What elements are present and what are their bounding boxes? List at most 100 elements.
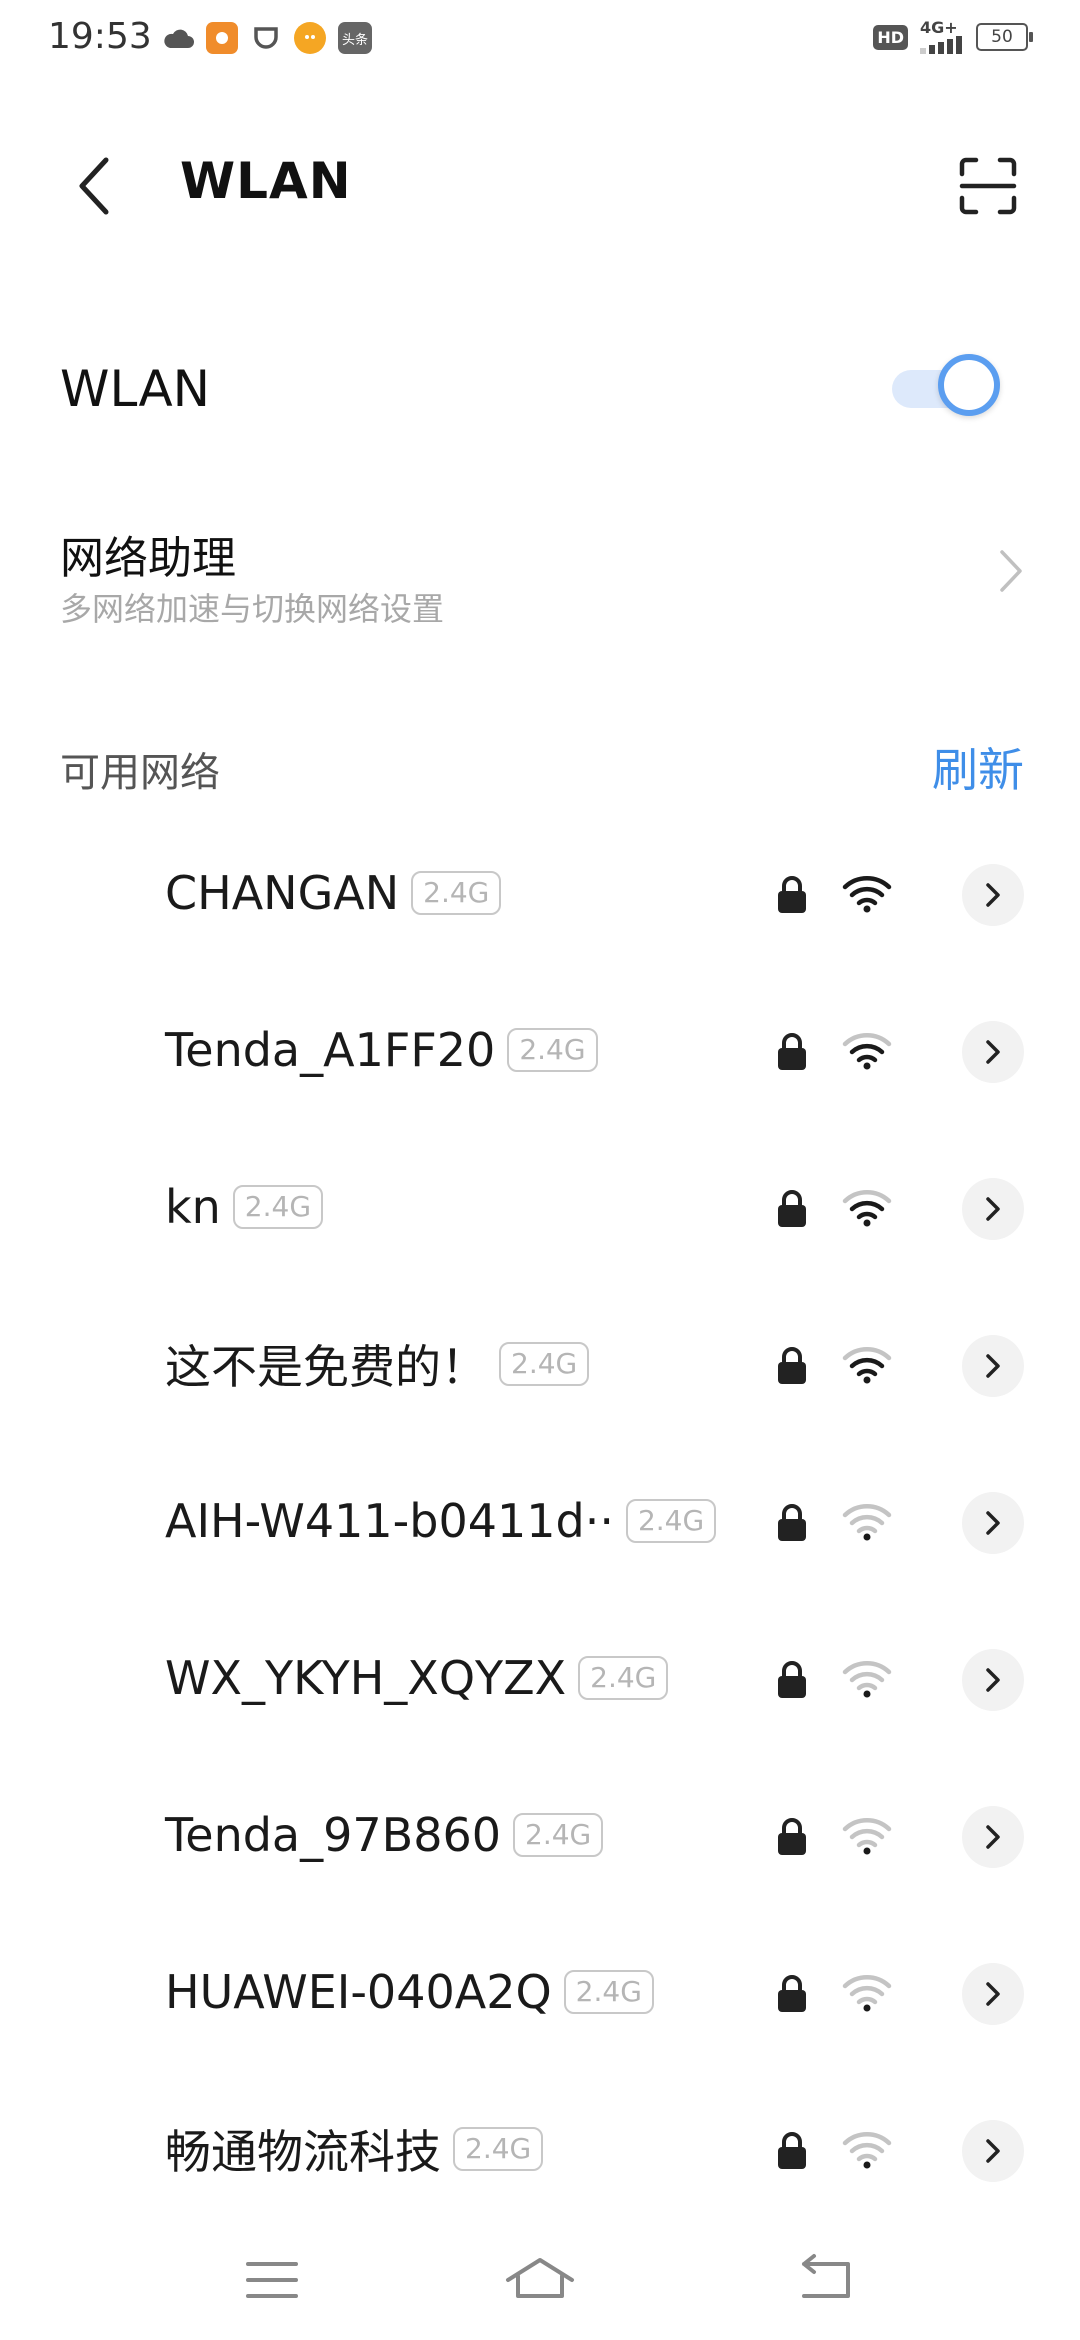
network-item[interactable]: Tenda_A1FF20 2.4G: [0, 985, 1080, 1142]
wifi-signal-icon: [842, 1504, 892, 1541]
network-item[interactable]: CHANGAN 2.4G: [0, 828, 1080, 985]
network-item[interactable]: 畅通物流科技 2.4G: [0, 2084, 1080, 2241]
network-name: 畅通物流科技: [165, 2125, 441, 2179]
network-assistant-title: 网络助理: [60, 533, 236, 584]
band-badge: 2.4G: [453, 2127, 544, 2171]
lock-icon: [778, 1975, 806, 2012]
network-name-group: Tenda_A1FF20 2.4G: [165, 1020, 598, 1080]
status-time: 19:53: [48, 16, 152, 57]
network-assistant-row[interactable]: 网络助理 多网络加速与切换网络设置: [0, 510, 1080, 640]
wifi-signal-icon: [842, 2132, 892, 2169]
network-name-group: WX_YKYH_XQYZX 2.4G: [165, 1648, 669, 1708]
battery-icon: 50: [976, 23, 1033, 51]
back-nav-button[interactable]: [786, 2250, 866, 2310]
band-badge: 2.4G: [232, 1185, 324, 1229]
notification-icons: 头条: [162, 22, 372, 54]
network-item[interactable]: 这不是免费的！ 2.4G: [0, 1299, 1080, 1456]
network-details-button[interactable]: [962, 1649, 1024, 1711]
band-badge: 2.4G: [563, 1970, 654, 2014]
network-details-button[interactable]: [962, 1335, 1024, 1397]
network-details-button[interactable]: [962, 1021, 1024, 1083]
wifi-signal-icon: [842, 1818, 892, 1855]
lock-icon: [778, 876, 806, 913]
app-orange-icon: [206, 22, 238, 54]
wifi-signal-icon: [842, 1975, 892, 2012]
network-name-group: HUAWEI-040A2Q 2.4G: [165, 1962, 654, 2022]
wifi-signal-icon: [842, 1661, 892, 1698]
back-button[interactable]: [66, 150, 126, 222]
band-badge: 2.4G: [499, 1342, 590, 1386]
network-details-button[interactable]: [962, 2120, 1024, 2182]
network-list: CHANGAN 2.4G Tenda_A1FF20 2.4G kn 2.4G 这不是免费的！…: [0, 828, 1080, 2241]
network-item[interactable]: WX_YKYH_XQYZX 2.4G: [0, 1613, 1080, 1770]
network-name: Tenda_A1FF20: [165, 1023, 496, 1077]
network-name: AIH-W411-b0411d··: [165, 1494, 614, 1548]
chevron-right-icon: [986, 1825, 1000, 1849]
status-indicators: HD 4G+ 50: [873, 20, 1033, 54]
chevron-right-icon: [986, 1197, 1000, 1221]
home-button[interactable]: [500, 2250, 580, 2310]
network-assistant-subtitle: 多网络加速与切换网络设置: [60, 590, 445, 628]
wifi-signal-icon: [842, 876, 892, 913]
scan-icon: [959, 157, 1017, 215]
refresh-button[interactable]: 刷新: [932, 734, 1024, 800]
chevron-right-icon: [986, 1511, 1000, 1535]
network-name-group: 这不是免费的！ 2.4G: [165, 1334, 590, 1394]
cup-icon: [250, 22, 282, 54]
network-details-button[interactable]: [962, 1806, 1024, 1868]
band-badge: 2.4G: [411, 871, 502, 915]
chevron-right-icon: [1000, 550, 1022, 592]
menu-button[interactable]: [232, 2250, 312, 2310]
navigation-bar: [0, 2220, 1080, 2340]
network-details-button[interactable]: [962, 1178, 1024, 1240]
lock-icon: [778, 1818, 806, 1855]
network-item[interactable]: HUAWEI-040A2Q 2.4G: [0, 1927, 1080, 2084]
hd-badge: HD: [873, 24, 908, 50]
back-nav-icon: [802, 2254, 850, 2298]
network-details-button[interactable]: [962, 1492, 1024, 1554]
chevron-right-icon: [986, 1040, 1000, 1064]
network-item[interactable]: kn 2.4G: [0, 1142, 1080, 1299]
network-name-group: 畅通物流科技 2.4G: [165, 2119, 544, 2179]
network-name: kn: [165, 1180, 221, 1234]
network-name-group: CHANGAN 2.4G: [165, 863, 502, 923]
network-type: 4G+: [920, 18, 958, 37]
band-badge: 2.4G: [507, 1028, 598, 1072]
cloud-icon: [162, 22, 194, 54]
toutiao-icon: 头条: [338, 22, 372, 54]
wifi-signal-icon: [842, 1033, 892, 1070]
network-name: WX_YKYH_XQYZX: [165, 1651, 567, 1705]
chevron-right-icon: [986, 1354, 1000, 1378]
network-name-group: Tenda_97B860 2.4G: [165, 1805, 604, 1865]
network-name-group: kn 2.4G: [165, 1177, 324, 1237]
status-bar: 19:53 头条 HD 4G+ 50: [0, 0, 1080, 84]
network-name: 这不是免费的！: [165, 1340, 487, 1394]
band-badge: 2.4G: [513, 1813, 604, 1857]
chevron-right-icon: [986, 1982, 1000, 2006]
lock-icon: [778, 1033, 806, 1070]
network-name: HUAWEI-040A2Q: [165, 1965, 552, 2019]
chevron-right-icon: [986, 883, 1000, 907]
wlan-toggle-label: WLAN: [60, 360, 211, 418]
network-details-button[interactable]: [962, 1963, 1024, 2025]
network-item[interactable]: Tenda_97B860 2.4G: [0, 1770, 1080, 1927]
network-name: CHANGAN: [165, 866, 400, 920]
app-yellow-icon: [294, 22, 326, 54]
available-networks-title: 可用网络: [60, 750, 220, 796]
lock-icon: [778, 1347, 806, 1384]
chevron-right-icon: [986, 1668, 1000, 1692]
signal-icon: 4G+: [920, 20, 964, 54]
lock-icon: [778, 1661, 806, 1698]
wifi-signal-icon: [842, 1347, 892, 1384]
wlan-toggle[interactable]: [888, 354, 1012, 424]
chevron-left-icon: [79, 157, 109, 215]
lock-icon: [778, 1504, 806, 1541]
network-details-button[interactable]: [962, 864, 1024, 926]
network-item[interactable]: AIH-W411-b0411d·· 2.4G: [0, 1456, 1080, 1613]
menu-icon: [246, 2262, 298, 2298]
toggle-knob: [938, 354, 1000, 416]
lock-icon: [778, 2132, 806, 2169]
wifi-signal-icon: [842, 1190, 892, 1227]
network-name: Tenda_97B860: [165, 1808, 502, 1862]
scan-button[interactable]: [958, 156, 1018, 216]
